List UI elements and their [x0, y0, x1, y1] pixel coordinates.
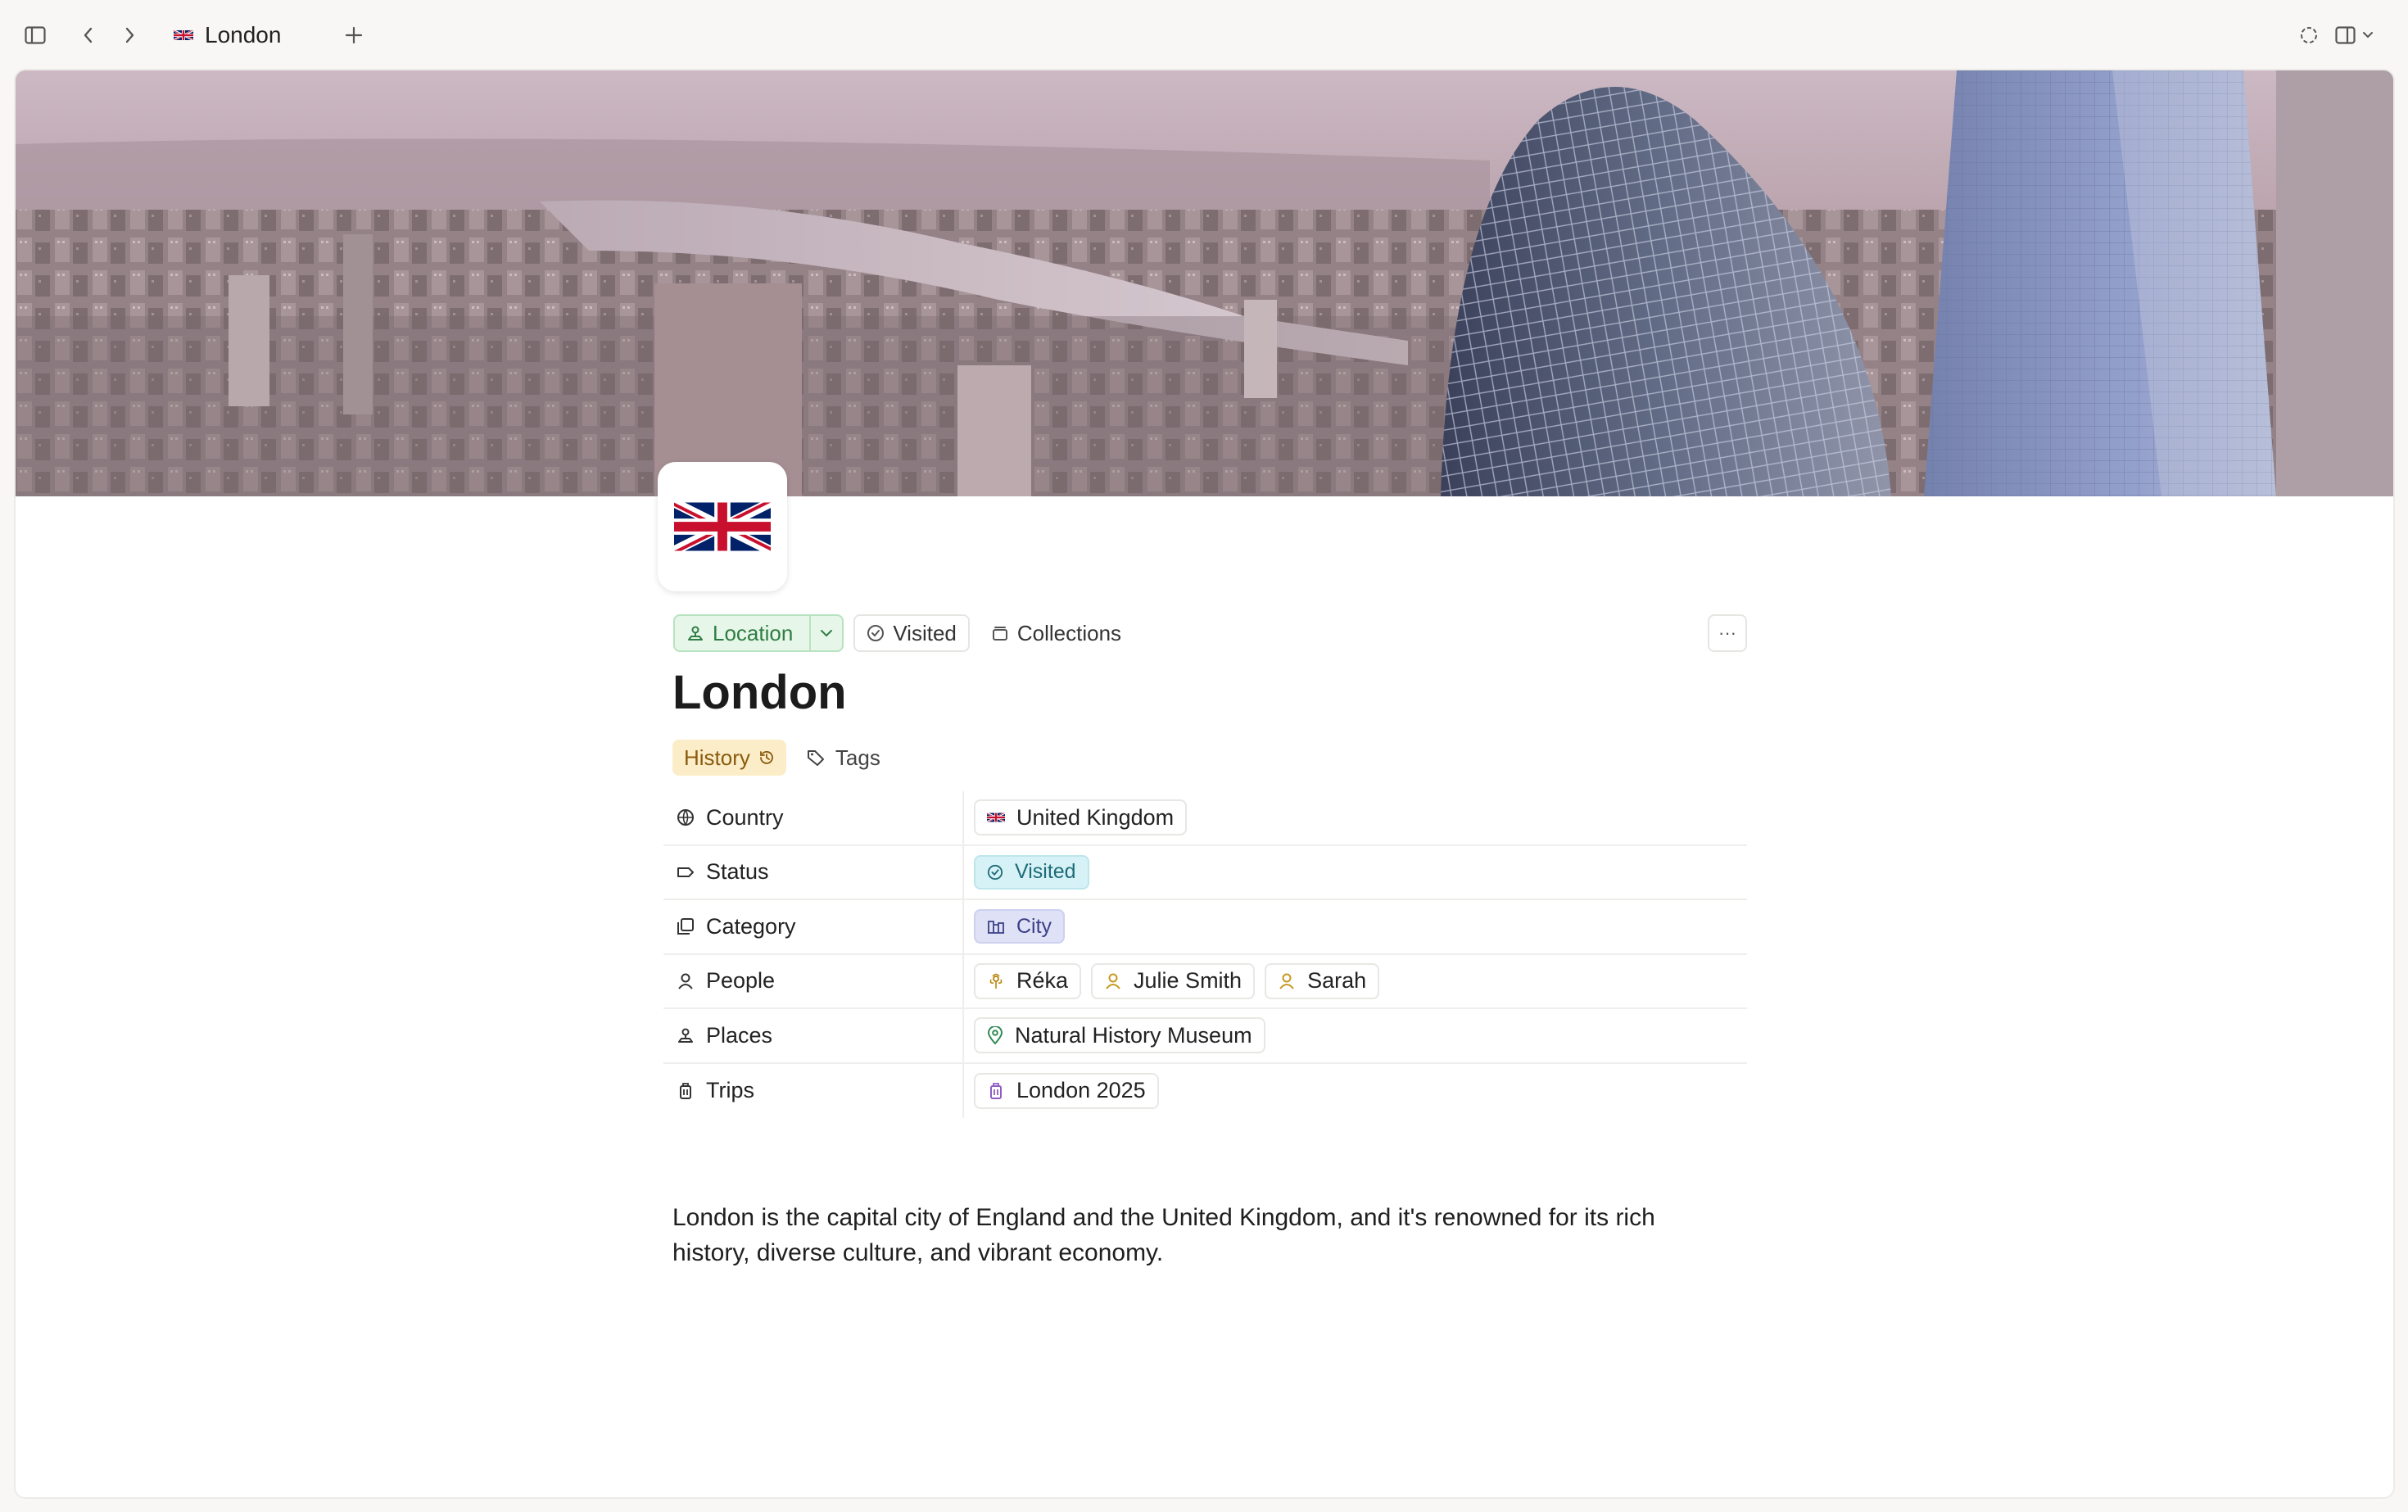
property-row-status: Status Visited — [663, 845, 1747, 900]
new-tab-plus-icon[interactable] — [337, 18, 371, 52]
property-row-trips: Trips London 2025 — [663, 1063, 1747, 1119]
category-badge[interactable]: City — [974, 909, 1066, 944]
page-window — [16, 70, 2393, 1497]
property-key[interactable]: Category — [663, 900, 964, 953]
page-body-text[interactable]: London is the capital city of England an… — [672, 1200, 1737, 1270]
title-bar: London — [0, 0, 2408, 70]
visited-chip-label: Visited — [893, 620, 957, 645]
type-chip-row: Location Visited Collections — [673, 614, 1133, 652]
tab-title: London — [205, 22, 282, 48]
person-name: Sarah — [1307, 968, 1367, 994]
cover-image[interactable] — [16, 70, 2393, 496]
map-pin-icon — [987, 1026, 1003, 1045]
history-tag-label: History — [684, 745, 750, 770]
location-pin-icon — [688, 626, 703, 641]
property-key-label: Category — [706, 913, 796, 939]
property-key[interactable]: Status — [663, 845, 964, 899]
person-icon — [678, 973, 693, 989]
property-value[interactable]: Réka Julie Smith Sarah — [964, 955, 1747, 1008]
add-tags-label: Tags — [835, 745, 880, 770]
page-title[interactable]: London — [672, 665, 847, 720]
collections-icon — [992, 627, 1007, 641]
property-row-country: Country United Kingdom — [663, 791, 1747, 846]
sidebar-toggle-icon[interactable] — [18, 18, 52, 52]
property-key-label: Trips — [706, 1078, 754, 1103]
more-options-button[interactable]: ··· — [1708, 614, 1747, 652]
property-key-label: Country — [706, 804, 784, 830]
history-tag[interactable]: History — [672, 740, 786, 776]
panel-layout-icon[interactable] — [2331, 18, 2380, 52]
person-chip[interactable]: Sarah — [1265, 962, 1380, 999]
country-value: United Kingdom — [1016, 804, 1175, 830]
back-arrow-icon[interactable] — [70, 18, 105, 52]
add-tags-button[interactable]: Tags — [806, 745, 880, 771]
property-value[interactable]: Natural History Museum — [964, 1009, 1747, 1062]
location-chip-label: Location — [713, 620, 794, 645]
sync-icon[interactable] — [2292, 18, 2326, 52]
property-key[interactable]: Places — [663, 1009, 964, 1062]
tab-london[interactable]: London — [174, 16, 281, 54]
city-buildings-icon — [988, 921, 1004, 935]
chevron-down-icon[interactable] — [809, 616, 842, 650]
trip-chip[interactable]: London 2025 — [974, 1072, 1159, 1109]
person-chip[interactable]: Réka — [974, 962, 1082, 999]
person-name: Julie Smith — [1134, 968, 1242, 994]
property-row-category: Category City — [663, 900, 1747, 955]
property-value[interactable]: United Kingdom — [964, 791, 1747, 844]
place-chip[interactable]: Natural History Museum — [974, 1017, 1265, 1054]
property-key-label: People — [706, 968, 776, 994]
forward-arrow-icon[interactable] — [113, 18, 147, 52]
property-key[interactable]: Trips — [663, 1063, 964, 1118]
status-badge[interactable]: Visited — [974, 854, 1089, 890]
tag-icon — [807, 750, 824, 766]
collections-label: Collections — [1016, 620, 1122, 645]
property-row-people: People Réka Julie Smith Sarah — [663, 954, 1747, 1009]
property-value[interactable]: London 2025 — [964, 1064, 1747, 1119]
collections-button[interactable]: Collections — [980, 614, 1133, 652]
person-chip[interactable]: Julie Smith — [1091, 962, 1256, 999]
globe-icon — [677, 809, 694, 826]
trip-name: London 2025 — [1016, 1078, 1146, 1103]
uk-flag-icon — [174, 29, 193, 42]
property-value[interactable]: Visited — [964, 846, 1747, 899]
tag-label-icon — [677, 867, 694, 877]
stack-icon — [677, 918, 694, 935]
property-key[interactable]: Country — [663, 791, 964, 844]
history-clock-icon — [760, 751, 773, 764]
person-icon — [1106, 973, 1120, 989]
flower-icon — [989, 973, 1003, 989]
property-row-places: Places Natural History Museum — [663, 1009, 1747, 1064]
person-icon — [1279, 973, 1294, 989]
uk-flag-icon — [987, 812, 1005, 823]
place-icon — [678, 1028, 693, 1043]
visited-status-chip[interactable]: Visited — [853, 614, 970, 652]
place-name: Natural History Museum — [1015, 1022, 1252, 1048]
page-emoji-icon[interactable] — [658, 462, 787, 591]
property-key-label: Status — [706, 859, 769, 885]
person-name: Réka — [1016, 968, 1069, 994]
check-circle-icon — [987, 864, 1003, 880]
property-value[interactable]: City — [964, 900, 1747, 953]
tag-row: History Tags — [672, 740, 880, 776]
category-value: City — [1016, 914, 1052, 938]
properties-table: Country United Kingdom Status Visited Ca… — [663, 791, 1747, 1118]
property-key-label: Places — [706, 1022, 773, 1048]
uk-flag-icon — [674, 491, 771, 563]
check-circle-icon — [867, 625, 885, 641]
location-type-chip[interactable]: Location — [673, 614, 844, 652]
luggage-icon — [990, 1082, 1002, 1099]
country-chip[interactable]: United Kingdom — [974, 799, 1188, 836]
luggage-icon — [680, 1082, 691, 1099]
more-icon: ··· — [1718, 622, 1736, 643]
status-value: Visited — [1015, 860, 1076, 884]
property-key[interactable]: People — [663, 954, 964, 1007]
